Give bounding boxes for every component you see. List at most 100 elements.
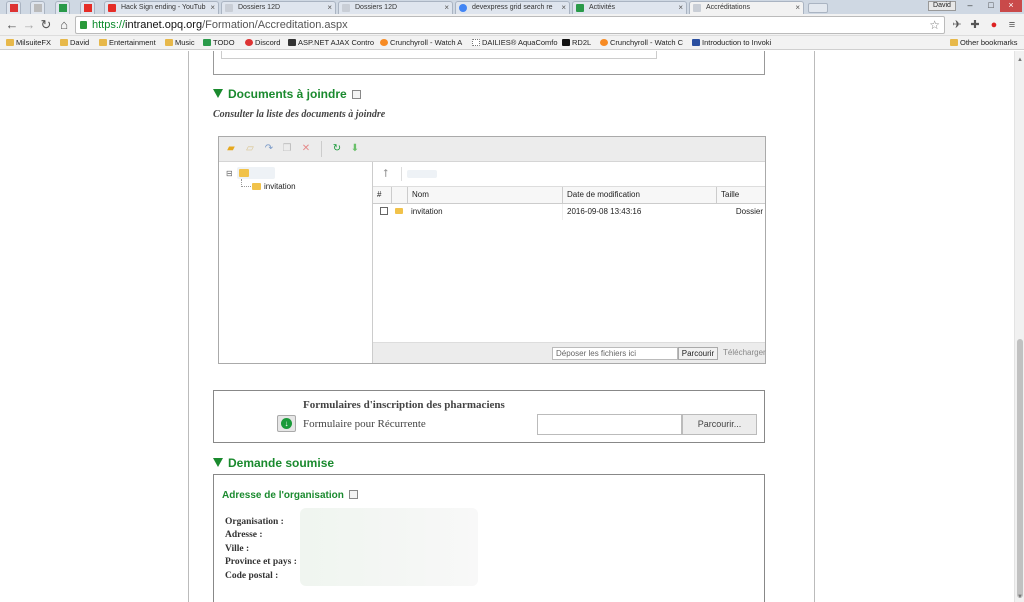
bookmark-item[interactable]: RD2L <box>562 36 591 49</box>
col-size[interactable]: Taille <box>716 187 765 203</box>
vertical-scrollbar[interactable]: ▲ ▼ <box>1014 51 1024 602</box>
col-name[interactable]: Nom <box>407 187 562 203</box>
menu-icon[interactable]: ≡ <box>1005 18 1019 32</box>
bookmark-label: MilsuiteFX <box>16 38 52 47</box>
bookmark-item[interactable]: Entertainment <box>99 36 156 49</box>
bookmark-label: Crunchyroll - Watch A <box>390 38 463 47</box>
window-close-icon[interactable]: × <box>1000 0 1022 12</box>
opera-icon[interactable]: ● <box>987 18 1001 32</box>
bookmark-item[interactable]: TODO <box>203 36 235 49</box>
delete-icon[interactable]: ✕ <box>300 143 312 155</box>
tree-node-invitation[interactable]: invitation <box>252 182 296 191</box>
folder-icon <box>950 39 958 46</box>
tab-accreditations[interactable]: Accréditations × <box>689 1 804 15</box>
bookmark-item[interactable]: Crunchyroll - Watch A <box>380 36 462 49</box>
close-icon[interactable]: × <box>678 2 683 13</box>
tab-google-search[interactable]: devexpress grid search re × <box>455 1 570 14</box>
address-bar[interactable]: https://intranet.opq.org/Formation/Accre… <box>75 16 945 34</box>
bookmark-item[interactable]: ASP.NET AJAX Contro <box>288 36 374 49</box>
upload-bar: Déposer les fichiers ici Parcourir Téléc… <box>373 342 766 363</box>
documents-header: Documents à joindre <box>213 87 361 101</box>
close-icon[interactable]: × <box>561 2 566 13</box>
collapse-triangle-icon[interactable] <box>213 458 223 467</box>
tab-dossiers-1[interactable]: Dossiers 12D × <box>221 1 336 14</box>
profile-button[interactable]: David <box>928 1 956 11</box>
table-row[interactable]: invitation 2016-09-08 13:43:16 Dossier <box>373 204 765 220</box>
bookmark-star-icon[interactable]: ☆ <box>929 17 940 33</box>
reload-icon[interactable]: ↻ <box>38 17 54 33</box>
upload-button[interactable]: Télécharger <box>723 348 766 357</box>
bookmark-item[interactable]: Discord <box>245 36 280 49</box>
close-icon[interactable]: × <box>327 2 332 13</box>
download-arrow-icon[interactable]: ⬇ <box>349 143 361 155</box>
file-path-input[interactable] <box>537 414 682 435</box>
bookmark-item[interactable]: Music <box>165 36 195 49</box>
up-folder-icon[interactable]: ⭡ <box>383 168 388 181</box>
pinned-tab-sheets[interactable] <box>55 1 70 14</box>
pinned-tab-gmail[interactable] <box>6 1 21 14</box>
close-icon[interactable]: × <box>444 2 449 13</box>
bookmark-item[interactable]: Introduction to Invoki <box>692 36 771 49</box>
page-icon <box>342 4 350 12</box>
forward-arrow-icon[interactable]: → <box>21 17 37 33</box>
page-viewport: Documents à joindre Consulter la liste d… <box>0 51 1014 602</box>
org-address-checkbox[interactable] <box>348 490 358 499</box>
upload-drop-input[interactable]: Déposer les fichiers ici <box>552 347 678 360</box>
scroll-thumb[interactable] <box>1017 339 1023 598</box>
copy-icon[interactable]: ❐ <box>281 143 293 155</box>
browser-toolbar: ← → ↻ ⌂ https://intranet.opq.org/Formati… <box>0 14 1024 36</box>
pinned-tab-page[interactable] <box>30 1 45 14</box>
move-icon[interactable]: ↷ <box>263 143 275 155</box>
download-form-button[interactable]: ↓ <box>277 415 296 432</box>
tab-label: Accréditations <box>706 4 750 11</box>
documents-checkbox[interactable] <box>351 90 361 99</box>
tab-activites[interactable]: Activités × <box>572 1 687 14</box>
folder-icon <box>6 39 14 46</box>
new-folder-icon[interactable]: ▰ <box>225 143 237 155</box>
puzzle-icon[interactable]: ✚ <box>968 18 982 32</box>
close-icon[interactable]: × <box>210 2 215 13</box>
browse-file-button[interactable]: Parcourir... <box>682 414 757 435</box>
file-grid: ⭡ # Nom Date de modification Taille invi… <box>373 162 766 363</box>
row-checkbox[interactable] <box>380 207 388 215</box>
scroll-down-icon[interactable]: ▼ <box>1017 594 1023 600</box>
home-icon[interactable]: ⌂ <box>56 17 72 33</box>
extension-icon[interactable]: ✈ <box>950 18 964 32</box>
close-icon[interactable]: × <box>795 2 800 13</box>
collapse-triangle-icon[interactable] <box>213 89 223 98</box>
new-tab-button[interactable] <box>808 3 828 13</box>
bookmark-item[interactable]: MilsuiteFX <box>6 36 51 49</box>
comment-textarea[interactable] <box>221 51 657 59</box>
bookmark-item[interactable]: DAILIES® AquaComfo <box>472 36 558 49</box>
tab-youtube[interactable]: Hack Sign ending - YouTub × <box>104 1 219 14</box>
form-label: Formulaire pour Récurrente <box>303 418 426 430</box>
grid-path-bar: ⭡ <box>373 162 765 187</box>
col-date[interactable]: Date de modification <box>562 187 716 203</box>
page-content: Documents à joindre Consulter la liste d… <box>188 51 815 602</box>
other-bookmarks[interactable]: Other bookmarks <box>950 36 1018 49</box>
scroll-up-icon[interactable]: ▲ <box>1017 57 1023 63</box>
maximize-icon[interactable]: □ <box>982 0 1000 12</box>
tab-dossiers-2[interactable]: Dossiers 12D × <box>338 1 453 14</box>
back-arrow-icon[interactable]: ← <box>4 17 20 33</box>
refresh-icon[interactable]: ↻ <box>331 143 343 155</box>
current-path <box>407 170 437 178</box>
col-icon <box>391 187 407 203</box>
youtube-icon <box>108 4 116 12</box>
url-host: intranet.opq.org <box>125 19 203 31</box>
browse-button[interactable]: Parcourir <box>678 347 718 360</box>
url-path: /Formation/Accreditation.aspx <box>202 19 348 31</box>
bookmark-item[interactable]: Crunchyroll - Watch C <box>600 36 683 49</box>
tree-expander-icon[interactable]: ⊟ <box>226 169 233 178</box>
tree-connector <box>241 179 251 187</box>
documents-subtitle: Consulter la liste des documents à joind… <box>213 109 386 120</box>
bookmark-item[interactable]: David <box>60 36 89 49</box>
root-folder-node[interactable] <box>237 167 275 179</box>
minimize-icon[interactable]: – <box>960 0 980 12</box>
pinned-tab-youtube[interactable] <box>80 1 95 14</box>
col-index[interactable]: # <box>373 187 391 203</box>
bookmark-label: ASP.NET AJAX Contro <box>298 38 375 47</box>
folder-icon <box>252 183 261 190</box>
submitted-title: Demande soumise <box>228 456 335 470</box>
rename-icon[interactable]: ▱ <box>244 143 256 155</box>
